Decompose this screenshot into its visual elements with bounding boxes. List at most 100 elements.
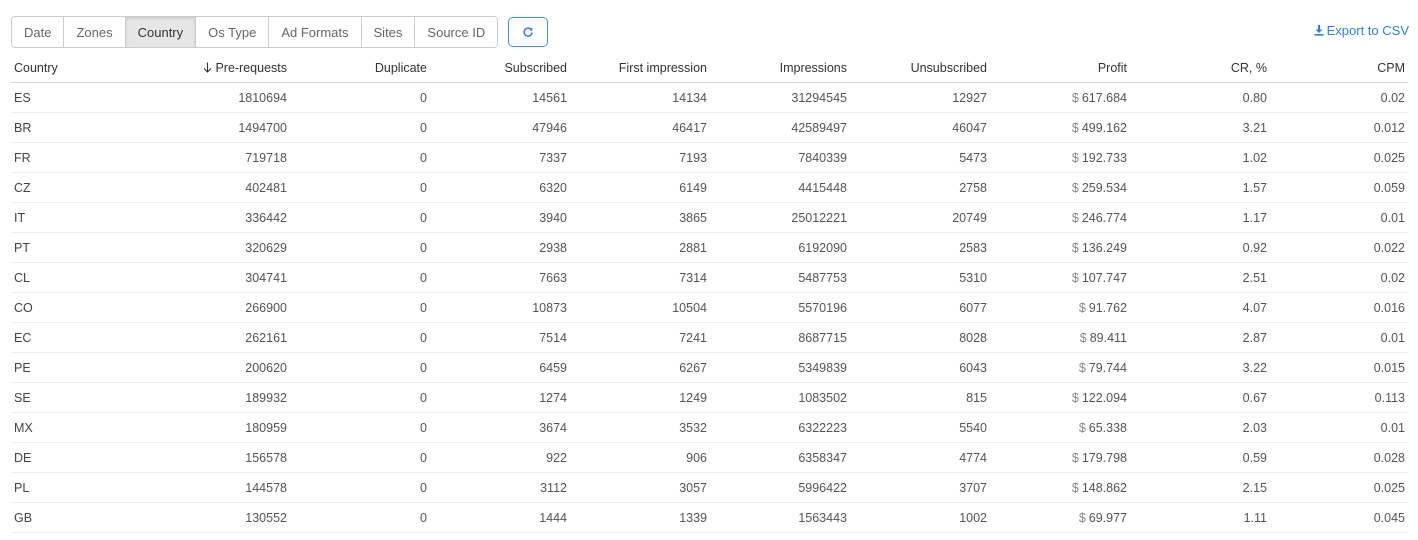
profit-value: 79.744: [1088, 360, 1127, 375]
refresh-icon: [523, 27, 533, 37]
cell-pre-requests: 1810694: [148, 82, 290, 113]
cell-duplicate: 0: [290, 502, 430, 533]
cell-first-impression: 7193: [570, 142, 710, 173]
profit-value: 122.094: [1081, 390, 1127, 405]
cell-cr: 4.07: [1130, 292, 1270, 323]
cell-cpm: 0.012: [1270, 112, 1408, 143]
cell-subscribed: 1274: [430, 382, 570, 413]
tab-os-type[interactable]: Os Type: [196, 17, 270, 47]
column-header-impressions[interactable]: Impressions: [710, 53, 850, 83]
cell-cr: 1.02: [1130, 142, 1270, 173]
profit-value: 192.733: [1081, 150, 1127, 165]
cell-pre-requests: 144578: [148, 472, 290, 503]
toolbar: Date Zones Country Os Type Ad Formats Si…: [11, 16, 549, 48]
tab-source-id[interactable]: Source ID: [415, 17, 498, 47]
cell-cpm: 0.113: [1270, 382, 1408, 413]
cell-profit: $499.162: [990, 112, 1130, 143]
profit-value: 499.162: [1081, 120, 1127, 135]
cell-country: CO: [11, 292, 148, 323]
currency-symbol: $: [1071, 270, 1079, 285]
table-body: ES 1810694 0 14561 14134 31294545 12927 …: [11, 82, 1408, 533]
tab-sites[interactable]: Sites: [361, 17, 416, 47]
currency-symbol: $: [1079, 330, 1087, 345]
cell-duplicate: 0: [290, 112, 430, 143]
profit-value: 91.762: [1088, 300, 1127, 315]
table-row: PE 200620 0 6459 6267 5349839 6043 $79.7…: [11, 352, 1408, 383]
cell-subscribed: 7663: [430, 262, 570, 293]
cell-country: PE: [11, 352, 148, 383]
profit-value: 107.747: [1081, 270, 1127, 285]
cell-duplicate: 0: [290, 262, 430, 293]
cell-pre-requests: 402481: [148, 172, 290, 203]
cell-impressions: 6322223: [710, 412, 850, 443]
cell-impressions: 8687715: [710, 322, 850, 353]
column-header-profit[interactable]: Profit: [990, 53, 1130, 83]
cell-cr: 1.11: [1130, 502, 1270, 533]
cell-cpm: 0.025: [1270, 142, 1408, 173]
column-header-duplicate[interactable]: Duplicate: [290, 53, 430, 83]
cell-subscribed: 3674: [430, 412, 570, 443]
profit-value: 259.534: [1081, 180, 1127, 195]
cell-impressions: 31294545: [710, 82, 850, 113]
cell-subscribed: 3112: [430, 472, 570, 503]
currency-symbol: $: [1078, 360, 1086, 375]
cell-country: ES: [11, 82, 148, 113]
cell-first-impression: 6267: [570, 352, 710, 383]
cell-duplicate: 0: [290, 202, 430, 233]
cell-pre-requests: 304741: [148, 262, 290, 293]
cell-country: CZ: [11, 172, 148, 203]
cell-cr: 2.51: [1130, 262, 1270, 293]
cell-subscribed: 1444: [430, 502, 570, 533]
tab-country[interactable]: Country: [125, 17, 197, 47]
cell-country: SE: [11, 382, 148, 413]
cell-profit: $617.684: [990, 82, 1130, 113]
cell-cpm: 0.059: [1270, 172, 1408, 203]
cell-profit: $192.733: [990, 142, 1130, 173]
refresh-button[interactable]: [508, 17, 549, 47]
column-header-cpm[interactable]: CPM: [1270, 53, 1408, 83]
cell-cpm: 0.015: [1270, 352, 1408, 383]
cell-duplicate: 0: [290, 82, 430, 113]
cell-first-impression: 46417: [570, 112, 710, 143]
column-header-country[interactable]: Country: [11, 53, 148, 83]
cell-duplicate: 0: [290, 382, 430, 413]
cell-country: DE: [11, 442, 148, 473]
cell-impressions: 42589497: [710, 112, 850, 143]
cell-impressions: 4415448: [710, 172, 850, 203]
tab-ad-formats[interactable]: Ad Formats: [269, 17, 362, 47]
cell-duplicate: 0: [290, 352, 430, 383]
export-csv-link[interactable]: Export to CSV: [1314, 23, 1409, 38]
cell-pre-requests: 130552: [148, 502, 290, 533]
cell-profit: $148.862: [990, 472, 1130, 503]
cell-country: PT: [11, 232, 148, 263]
column-header-pre-requests[interactable]: Pre-requests: [148, 53, 290, 83]
column-header-cr[interactable]: CR, %: [1130, 53, 1270, 83]
cell-profit: $246.774: [990, 202, 1130, 233]
profit-value: 148.862: [1081, 480, 1127, 495]
cell-country: MX: [11, 412, 148, 443]
tab-zones[interactable]: Zones: [64, 17, 126, 47]
cell-unsubscribed: 46047: [850, 112, 990, 143]
column-header-subscribed[interactable]: Subscribed: [430, 53, 570, 83]
cell-subscribed: 7337: [430, 142, 570, 173]
cell-unsubscribed: 6077: [850, 292, 990, 323]
currency-symbol: $: [1071, 120, 1079, 135]
cell-impressions: 6358347: [710, 442, 850, 473]
cell-first-impression: 6149: [570, 172, 710, 203]
cell-pre-requests: 266900: [148, 292, 290, 323]
tab-date[interactable]: Date: [12, 17, 65, 47]
cell-first-impression: 2881: [570, 232, 710, 263]
cell-unsubscribed: 4774: [850, 442, 990, 473]
cell-country: GB: [11, 502, 148, 533]
currency-symbol: $: [1071, 150, 1079, 165]
cell-impressions: 25012221: [710, 202, 850, 233]
column-header-unsubscribed[interactable]: Unsubscribed: [850, 53, 990, 83]
table-row: MX 180959 0 3674 3532 6322223 5540 $65.3…: [11, 412, 1408, 443]
cell-unsubscribed: 1002: [850, 502, 990, 533]
column-header-first-impression[interactable]: First impression: [570, 53, 710, 83]
cell-duplicate: 0: [290, 442, 430, 473]
cell-impressions: 5996422: [710, 472, 850, 503]
currency-symbol: $: [1071, 240, 1079, 255]
cell-impressions: 5349839: [710, 352, 850, 383]
cell-pre-requests: 156578: [148, 442, 290, 473]
